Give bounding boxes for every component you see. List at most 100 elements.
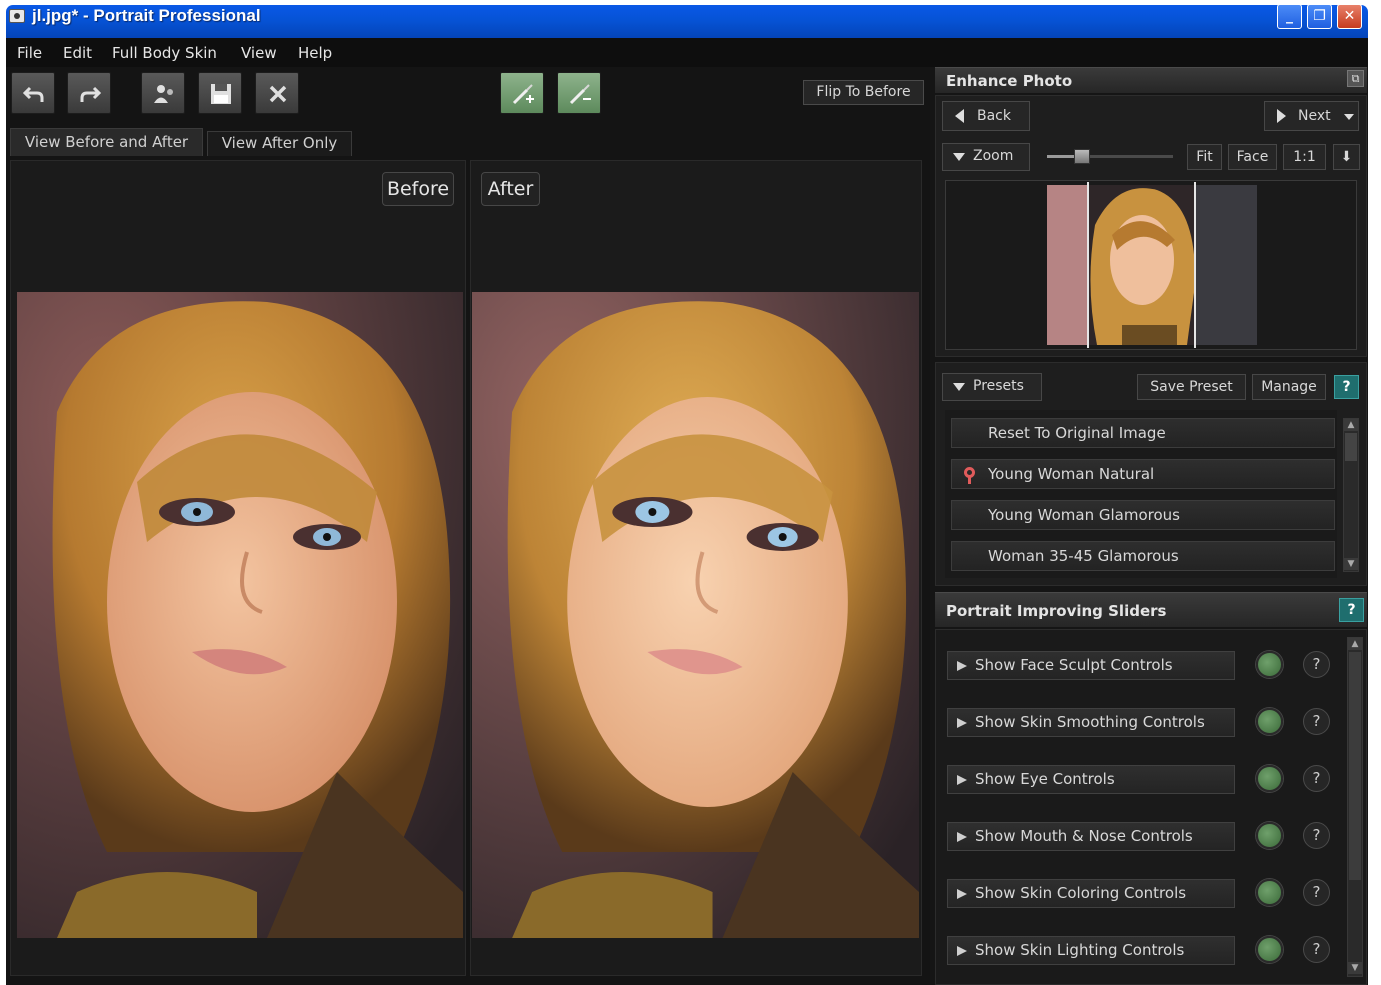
select-face-button[interactable]	[141, 72, 185, 114]
sliders-scroll-thumb[interactable]	[1349, 652, 1361, 880]
preset-scroll-thumb[interactable]	[1345, 433, 1357, 461]
zoom-options-button[interactable]: ⬇	[1333, 144, 1360, 170]
skin-lighting-toggle[interactable]: Show Skin Lighting Controls	[947, 936, 1235, 965]
undo-button[interactable]	[11, 72, 55, 114]
next-arrow-icon	[1277, 109, 1286, 123]
slider-group-label: Show Skin Coloring Controls	[975, 884, 1187, 902]
expand-triangle-icon	[957, 775, 967, 785]
preset-item-young-woman-natural[interactable]: Young Woman Natural	[951, 459, 1335, 489]
female-symbol-stem	[968, 477, 971, 484]
portrait-image	[17, 292, 463, 938]
mouth-nose-help-button[interactable]: ?	[1303, 822, 1330, 849]
face-sculpt-help-button[interactable]: ?	[1303, 651, 1330, 678]
skin-coloring-enable-toggle[interactable]	[1256, 879, 1283, 906]
scroll-up-icon[interactable]: ▲	[1344, 419, 1358, 431]
mouth-nose-enable-toggle[interactable]	[1256, 822, 1283, 849]
skin-coloring-help-button[interactable]: ?	[1303, 879, 1330, 906]
eye-controls-help-button[interactable]: ?	[1303, 765, 1330, 792]
close-image-button[interactable]	[255, 72, 299, 114]
back-arrow-icon	[955, 109, 964, 123]
eye-controls-toggle[interactable]: Show Eye Controls	[947, 765, 1235, 794]
close-window-button[interactable]: ✕	[1337, 4, 1362, 29]
zoom-face-button[interactable]: Face	[1228, 144, 1277, 170]
presets-toggle[interactable]: Presets	[942, 373, 1042, 401]
flip-to-before-button[interactable]: Flip To Before	[803, 80, 924, 105]
menu-file[interactable]: File	[17, 44, 42, 62]
zoom-fit-button[interactable]: Fit	[1187, 144, 1222, 170]
back-label: Back	[977, 108, 1011, 124]
expand-triangle-icon	[957, 889, 967, 899]
before-label: Before	[382, 172, 454, 206]
tab-view-after-only[interactable]: View After Only	[207, 131, 352, 156]
expand-triangle-icon	[957, 718, 967, 728]
after-photo	[472, 292, 919, 938]
preset-item-reset[interactable]: Reset To Original Image	[951, 418, 1335, 448]
skin-smoothing-toggle[interactable]: Show Skin Smoothing Controls	[947, 708, 1235, 737]
manage-presets-button[interactable]: Manage	[1252, 374, 1326, 400]
slider-group-label: Show Skin Lighting Controls	[975, 941, 1185, 959]
menu-full-body-skin[interactable]: Full Body Skin	[112, 44, 217, 62]
sliders-help-button[interactable]: ?	[1339, 598, 1364, 622]
portrait-image-enhanced	[472, 292, 919, 938]
tab-view-before-and-after[interactable]: View Before and After	[10, 128, 203, 156]
brush-add-icon	[512, 84, 534, 105]
zoom-one-to-one-button[interactable]: 1:1	[1283, 144, 1326, 170]
brush-remove-icon	[569, 84, 591, 105]
before-photo	[17, 292, 463, 938]
save-button[interactable]	[198, 72, 242, 114]
skin-smoothing-help-button[interactable]: ?	[1303, 708, 1330, 735]
preset-label: Young Woman Natural	[988, 465, 1155, 483]
arrow-down-icon: ⬇	[1340, 149, 1353, 165]
preset-item-woman-35-45-glamorous[interactable]: Woman 35-45 Glamorous	[951, 541, 1335, 571]
zoom-slider-thumb[interactable]	[1074, 149, 1091, 164]
menu-view[interactable]: View	[241, 44, 277, 62]
zoom-toggle[interactable]: Zoom	[942, 143, 1030, 171]
navigator-viewport-frame[interactable]	[1087, 182, 1196, 348]
expand-triangle-icon	[957, 946, 967, 956]
enhance-photo-header: Enhance Photo	[935, 67, 1367, 93]
expand-triangle-icon	[957, 832, 967, 842]
eye-controls-enable-toggle[interactable]	[1256, 765, 1283, 792]
window-title: jl.jpg* - Portrait Professional	[32, 6, 261, 25]
undock-icon[interactable]: ⧉	[1347, 70, 1364, 87]
brush-add-button[interactable]	[500, 72, 544, 114]
preset-item-young-woman-glamorous[interactable]: Young Woman Glamorous	[951, 500, 1335, 530]
back-button[interactable]: Back	[942, 101, 1030, 131]
scroll-down-icon[interactable]: ▼	[1344, 558, 1358, 570]
close-icon	[269, 85, 287, 103]
save-preset-button[interactable]: Save Preset	[1137, 374, 1246, 400]
expand-triangle-icon	[957, 661, 967, 671]
redo-button[interactable]	[67, 72, 111, 114]
collapse-triangle-icon	[953, 383, 965, 391]
slider-group-label: Show Skin Smoothing Controls	[975, 713, 1205, 731]
presets-help-button[interactable]: ?	[1334, 375, 1359, 399]
maximize-button[interactable]: ❐	[1307, 4, 1332, 29]
skin-lighting-enable-toggle[interactable]	[1256, 936, 1283, 963]
slider-group-label: Show Mouth & Nose Controls	[975, 827, 1193, 845]
preset-label: Reset To Original Image	[988, 424, 1166, 442]
face-sculpt-enable-toggle[interactable]	[1256, 651, 1283, 678]
save-icon	[211, 84, 231, 104]
scroll-down-icon[interactable]: ▼	[1348, 962, 1362, 974]
scroll-up-icon[interactable]: ▲	[1348, 638, 1362, 650]
menu-edit[interactable]: Edit	[63, 44, 92, 62]
minimize-button[interactable]: _	[1277, 4, 1302, 29]
menu-help[interactable]: Help	[298, 44, 332, 62]
brush-remove-button[interactable]	[557, 72, 601, 114]
slider-group-label: Show Eye Controls	[975, 770, 1115, 788]
undo-icon	[22, 86, 44, 102]
sliders-header: Portrait Improving Sliders	[935, 592, 1367, 627]
presets-label: Presets	[973, 378, 1024, 394]
mouth-nose-toggle[interactable]: Show Mouth & Nose Controls	[947, 822, 1235, 851]
skin-coloring-toggle[interactable]: Show Skin Coloring Controls	[947, 879, 1235, 908]
camera-icon	[9, 9, 25, 23]
face-sculpt-toggle[interactable]: Show Face Sculpt Controls	[947, 651, 1235, 680]
skin-lighting-help-button[interactable]: ?	[1303, 936, 1330, 963]
after-label: After	[481, 172, 540, 206]
collapse-triangle-icon	[953, 153, 965, 161]
slider-group-label: Show Face Sculpt Controls	[975, 656, 1173, 674]
person-icon	[154, 85, 173, 103]
skin-smoothing-enable-toggle[interactable]	[1256, 708, 1283, 735]
chevron-down-icon	[1344, 114, 1354, 120]
next-button[interactable]: Next	[1264, 101, 1359, 131]
